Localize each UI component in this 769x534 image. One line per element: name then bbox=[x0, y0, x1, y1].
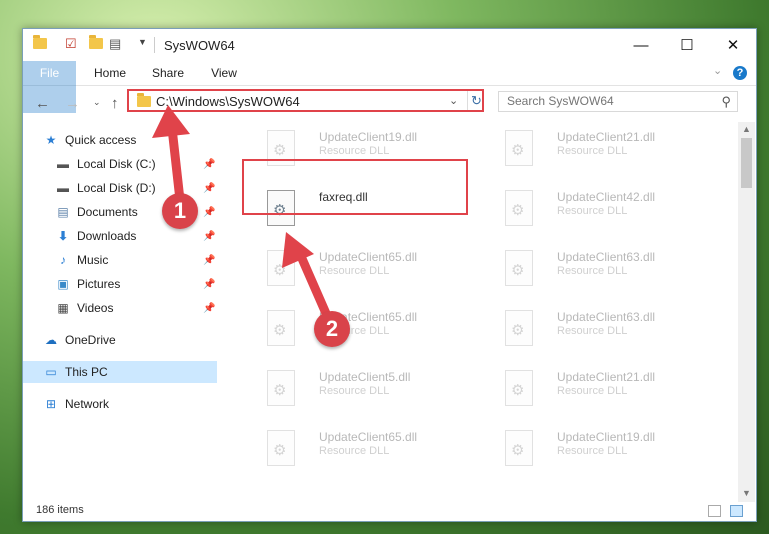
arrow-1-head bbox=[152, 105, 190, 138]
arrow-2-shaft bbox=[295, 249, 333, 323]
arrow-1-shaft bbox=[167, 123, 185, 205]
annotation-arrows bbox=[152, 105, 333, 323]
arrow-2-head bbox=[282, 232, 314, 268]
step-2-badge: 2 bbox=[314, 311, 350, 347]
step-1-badge: 1 bbox=[162, 193, 198, 229]
